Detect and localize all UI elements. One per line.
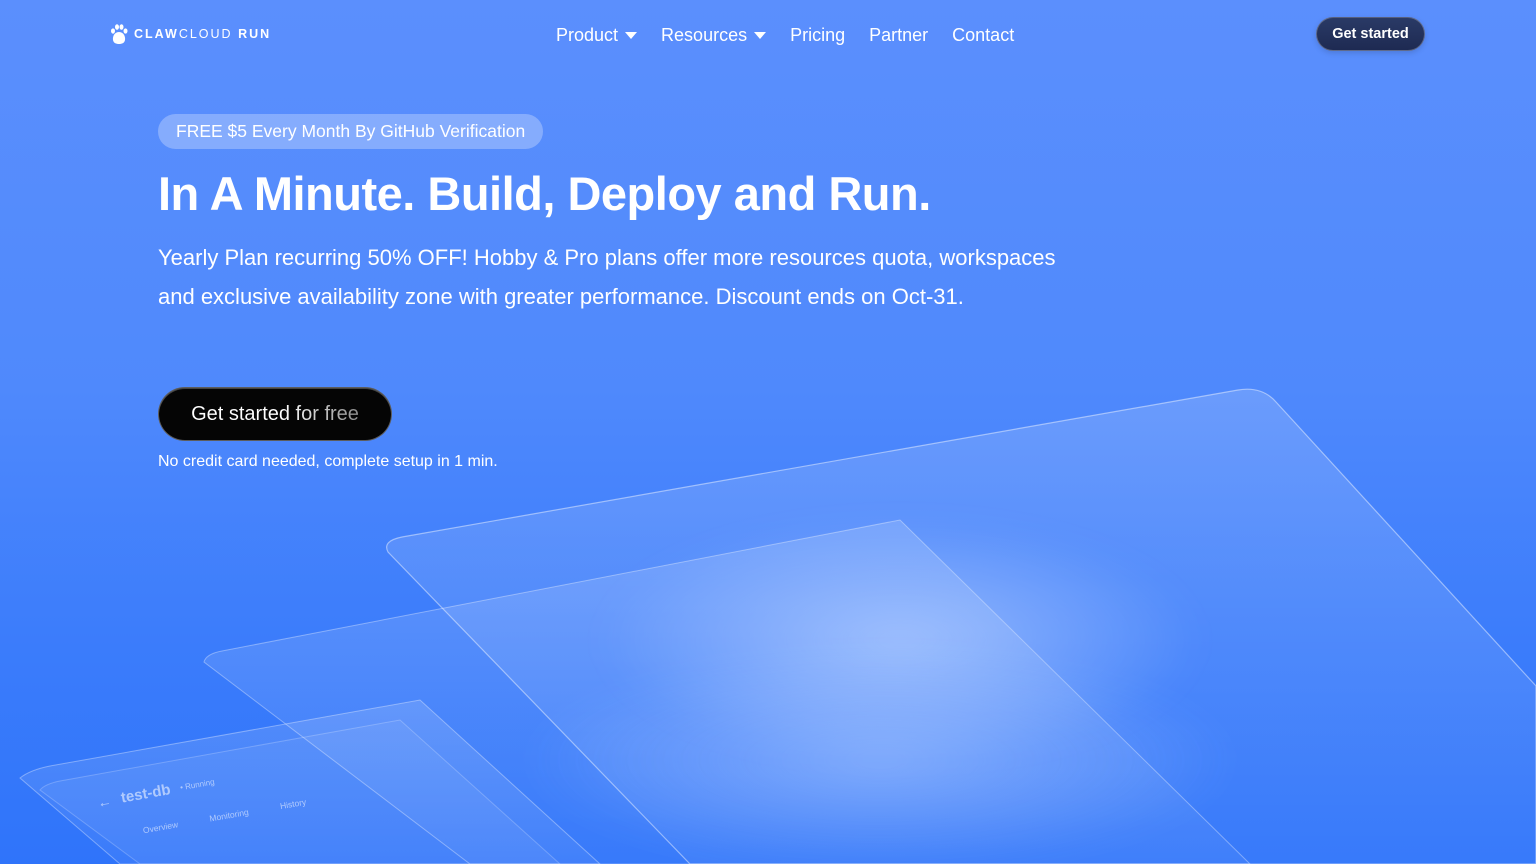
main-nav: Product Resources Pricing Partner Contac… <box>556 22 1014 48</box>
arrow-left-icon: ← <box>96 792 113 811</box>
preview-ui: ← test-db • Running Overview Monitoring … <box>96 758 307 842</box>
paw-logo-icon <box>111 24 128 44</box>
logo-brand-bold: CLAW <box>134 27 179 41</box>
preview-screen-large <box>386 388 1536 864</box>
promo-badge[interactable]: FREE $5 Every Month By GitHub Verificati… <box>158 114 544 149</box>
get-started-free-button[interactable]: Get started for free <box>158 387 392 441</box>
nav-pricing[interactable]: Pricing <box>790 25 845 46</box>
logo-brand-light: CLOUD <box>178 27 233 41</box>
nav-resources-label: Resources <box>661 24 748 45</box>
caret-down-icon <box>754 32 767 39</box>
preview-status: • Running <box>179 777 216 793</box>
preview-tab-history: History <box>279 796 307 812</box>
preview-tab-monitoring: Monitoring <box>208 806 250 824</box>
site-header: CLAWCLOUD RUN Product Resources Pricing … <box>0 0 1536 68</box>
get-started-free-label: Get started for free <box>191 402 359 425</box>
nav-partner-label: Partner <box>869 24 929 45</box>
preview-screen-medium <box>203 519 1251 864</box>
nav-contact-label: Contact <box>952 24 1015 45</box>
nav-product[interactable]: Product <box>556 24 638 46</box>
header-get-started-button[interactable]: Get started <box>1316 17 1425 51</box>
preview-tab-overview: Overview <box>142 819 179 836</box>
nav-partner[interactable]: Partner <box>869 25 928 46</box>
nav-contact[interactable]: Contact <box>952 25 1014 46</box>
nav-pricing-label: Pricing <box>790 24 846 45</box>
site-logo[interactable]: CLAWCLOUD RUN <box>110 23 271 45</box>
nav-resources[interactable]: Resources <box>661 24 767 46</box>
hero-title: In A Minute. Build, Deploy and Run. <box>158 167 931 220</box>
nav-product-label: Product <box>556 24 619 45</box>
logo-brand-suffix: RUN <box>238 27 272 41</box>
hero-description: Yearly Plan recurring 50% OFF! Hobby & P… <box>158 245 1056 309</box>
logo-wordmark: CLAWCLOUD RUN <box>134 27 271 41</box>
preview-db-name: test-db <box>119 781 172 807</box>
caret-down-icon <box>625 32 638 39</box>
cta-note: No credit card needed, complete setup in… <box>158 453 498 470</box>
